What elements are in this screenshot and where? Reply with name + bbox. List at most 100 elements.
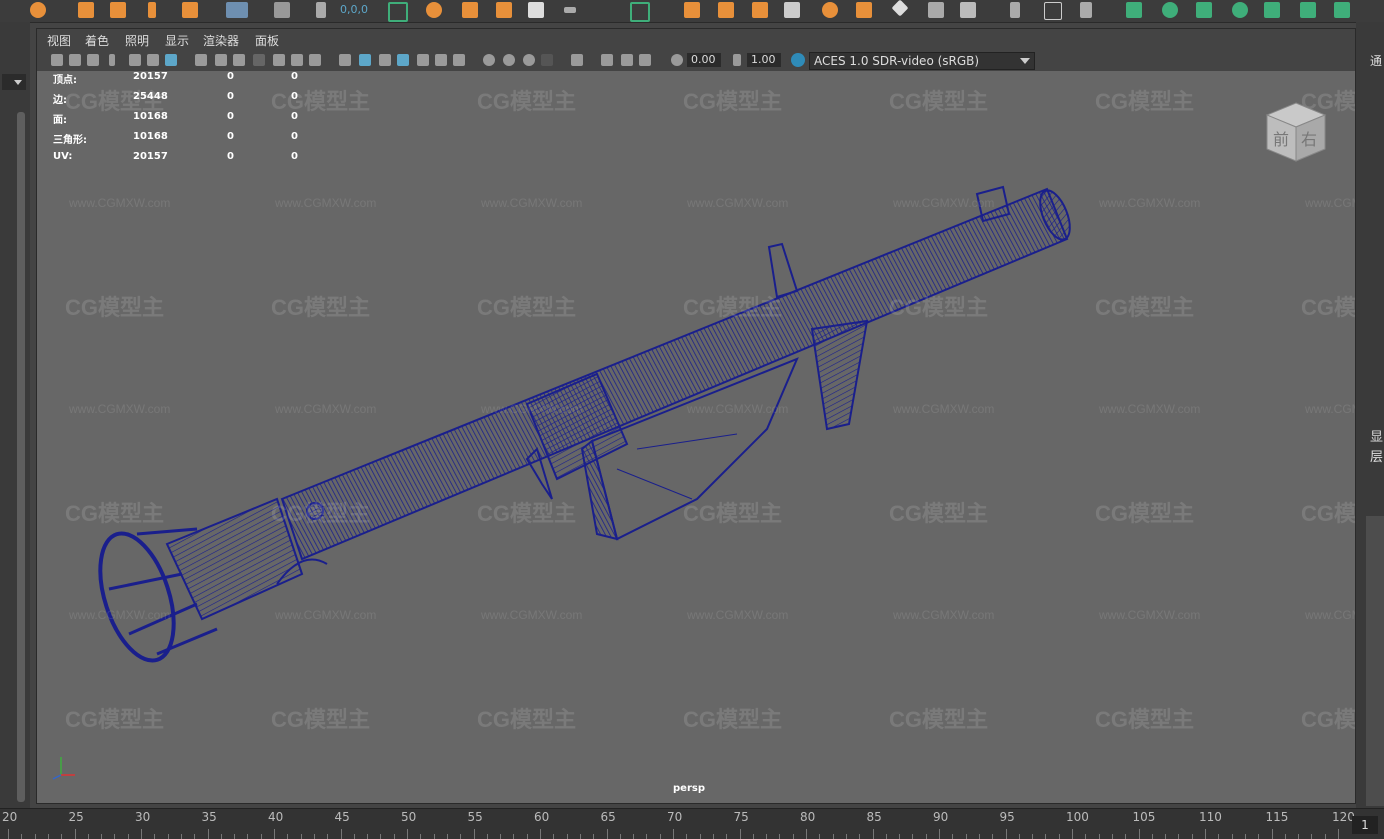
green-cone-icon[interactable] [1196,2,1212,18]
timeline-tick [699,834,701,839]
watermark-brand: CG模型主 [683,295,782,320]
light-icon[interactable] [822,2,838,18]
timeline-tick [380,834,382,839]
watermark-brand: CG模型主 [889,295,988,320]
watermark-brand: CG模型主 [1095,89,1194,114]
timeline-tick [899,834,901,839]
select-tool-icon[interactable] [78,2,94,18]
watermark-url: www.CGMXW.com [68,196,170,210]
layout-icon[interactable] [528,2,544,18]
green-pyramid-icon[interactable] [1334,2,1350,18]
timeline-tick [194,834,196,839]
hud-value: 0 [227,71,234,82]
pen-icon[interactable] [1010,2,1020,18]
right-panel-tab-label[interactable]: 通 [1370,52,1382,69]
timeline-tick [992,834,994,839]
current-frame-field[interactable]: 1 [1352,816,1378,834]
timeline-tick [832,834,834,839]
timeline-tick [712,834,714,839]
watermark-brand: CG模型主 [271,707,370,732]
bazooka-wireframe-mesh[interactable] [86,185,1076,669]
arrow-icon[interactable] [1080,2,1092,18]
paint-tool-icon[interactable] [148,2,156,18]
watermark-brand: CG模型主 [1301,707,1355,732]
watermark-url: www.CGMXW.com [1098,608,1200,622]
green-sphere-icon[interactable] [1162,2,1178,18]
frame-select-icon[interactable] [388,2,408,22]
watermark-brand: CG模型主 [683,89,782,114]
render-icon[interactable] [426,2,442,18]
scene-canvas[interactable]: CG模型主 www.CGMXW.com CG模型主 www.CGMXW.com CG模型… [37,29,1355,803]
timeline-tick [925,834,927,839]
brush-icon[interactable] [856,2,872,18]
diamond-icon[interactable] [891,0,909,17]
timeline-tick-label: 35 [201,810,217,824]
timeline-tick [287,834,289,839]
watermark-brand: CG模型主 [1095,295,1194,320]
rear-sight[interactable] [767,242,799,299]
timeline-tick [1284,834,1286,839]
time-slider[interactable]: 20 25 30 35 40 45 50 55 60 65 70 75 80 85 90 95 100 105 11… [0,808,1384,839]
watermark-url: www.CGMXW.com [686,608,788,622]
timeline-tick [659,834,661,839]
timeline-tick-label: 70 [667,810,683,824]
watermark-brand: CG模型主 [65,501,164,526]
viewcube-right-label[interactable]: 右 [1301,130,1317,149]
pistol-grip[interactable] [810,319,869,431]
watermark-url: www.CGMXW.com [686,402,788,416]
viewport-panel[interactable]: 视图 着色 照明 显示 渲染器 面板 0.00 1.00 ACES 1.0 SD… [36,28,1356,804]
tool-dropdown[interactable] [2,74,26,90]
sphere-tool-icon[interactable] [30,2,46,18]
timeline-tick [1058,834,1060,839]
curve-icon[interactable] [1044,2,1062,20]
box-icon[interactable] [684,2,700,18]
timeline-tick [446,834,448,839]
green-plane-icon[interactable] [1300,2,1316,18]
hud-label: 三角形: [53,135,87,146]
move-tool-icon[interactable] [182,2,198,18]
green-grid-icon[interactable] [1264,2,1280,18]
left-scrollbar[interactable] [17,112,25,802]
timeline-tick-label: 65 [600,810,616,824]
dots-icon[interactable] [564,7,576,13]
cylinder-icon[interactable] [752,2,768,18]
hud-label: UV: [53,151,73,162]
timeline-tick [220,834,222,839]
checker-icon[interactable] [784,2,800,18]
timeline-tick-label: 115 [1265,810,1289,824]
viewcube[interactable]: 前 右 [1263,99,1329,165]
timeline-tick [686,834,688,839]
viewcube-front-label[interactable]: 前 [1273,130,1289,149]
timeline-tick [393,834,395,839]
watermark-brand: CG模型主 [889,501,988,526]
layer-tab[interactable]: 层 [1370,446,1383,465]
timeline-tick [1178,834,1180,839]
timeline-tick [61,834,63,839]
timeline-tick-label: 45 [334,810,350,824]
watermark-brand: CG模型主 [1095,501,1194,526]
watermark-brand: CG模型主 [271,295,370,320]
watermark-brand: CG模型主 [271,89,370,114]
axis-gizmo [52,757,75,780]
uv-icon[interactable] [960,2,976,18]
timeline-tick [313,834,315,839]
axis-icon[interactable] [316,2,326,18]
snap-icon[interactable] [274,2,290,18]
plane-icon[interactable] [718,2,734,18]
green-cube-icon[interactable] [1126,2,1142,18]
cube-icon[interactable] [462,2,478,18]
split-icon[interactable] [496,2,512,18]
timeline-tick [1085,834,1087,839]
display-tab[interactable]: 显 [1370,426,1383,445]
green-torus-icon[interactable] [1232,2,1248,18]
timeline-tick [566,834,568,839]
watermark-brand: CG模型主 [1301,295,1355,320]
isolate-icon[interactable] [630,2,650,22]
lasso-tool-icon[interactable] [110,2,126,18]
timeline-tick [1244,834,1246,839]
hud-value: 0 [291,151,298,162]
hud-value: 0 [291,71,298,82]
grid-icon[interactable] [226,2,248,18]
timeline-tick [154,834,156,839]
triangle-icon[interactable] [928,2,944,18]
